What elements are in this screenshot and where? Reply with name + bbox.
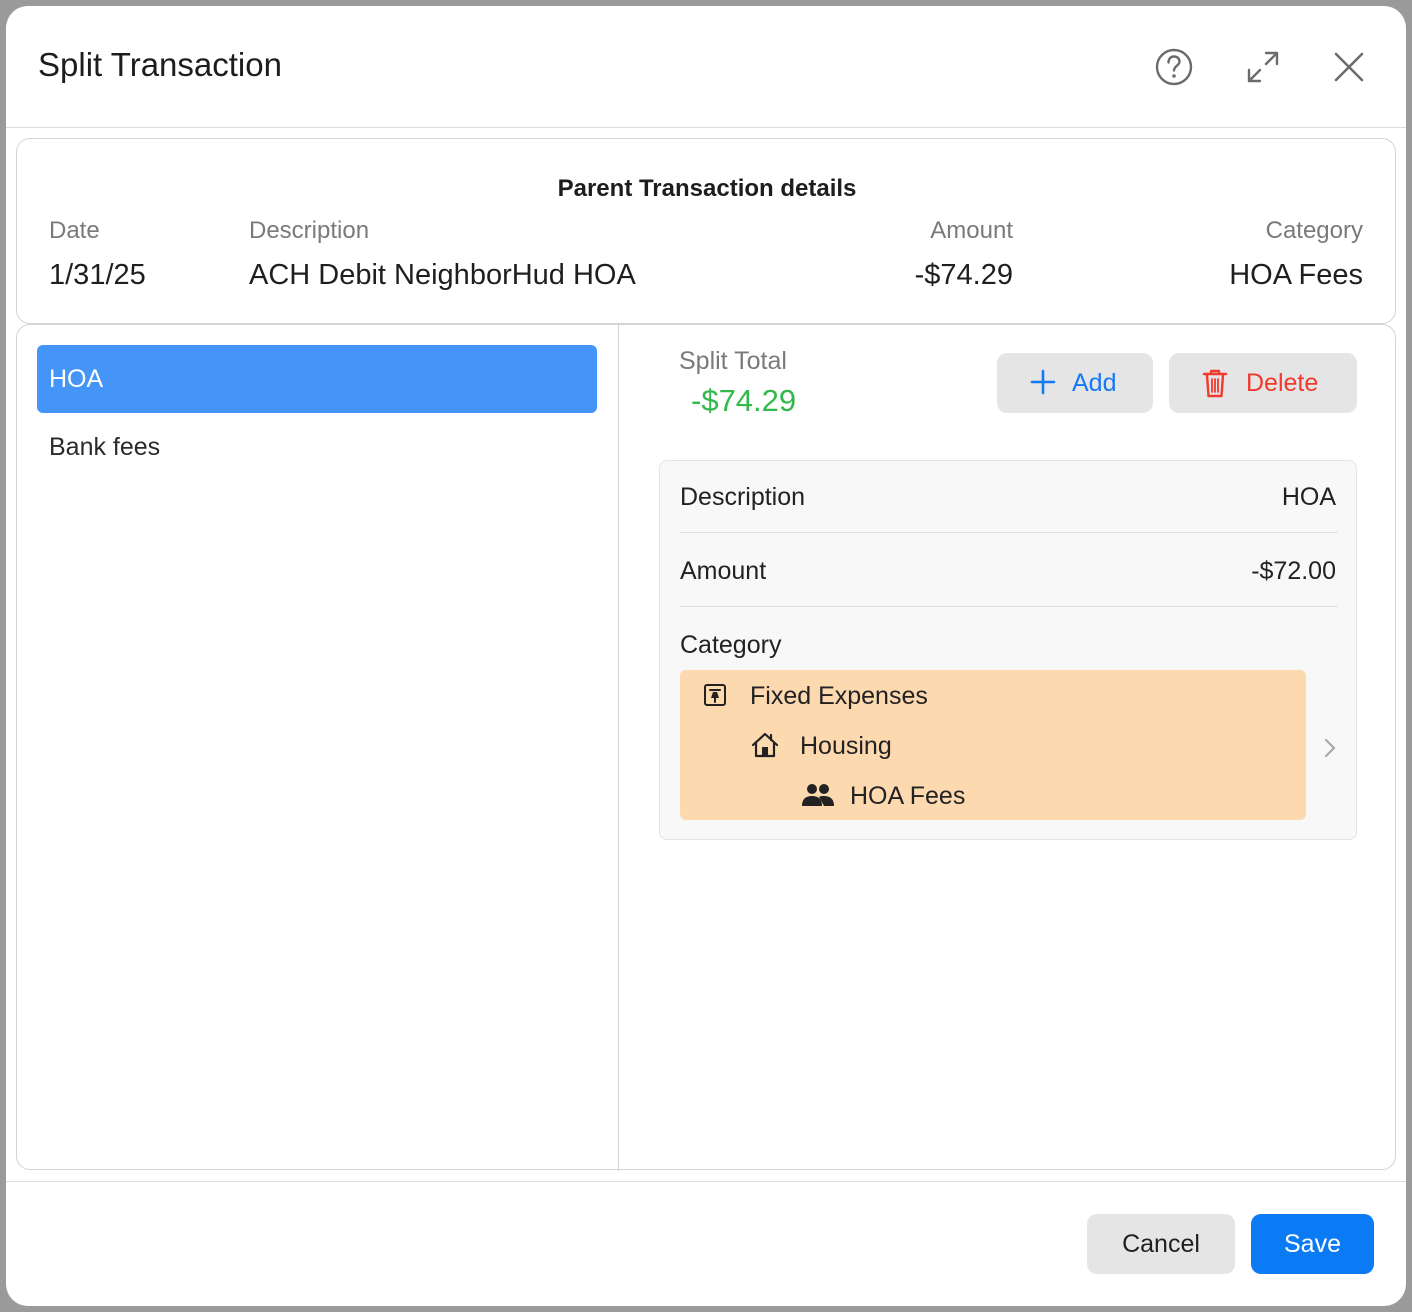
category-level-3-label: HOA Fees — [850, 782, 966, 810]
parent-date-label: Date — [49, 217, 100, 244]
add-button-label: Add — [1072, 369, 1117, 397]
parent-date-value: 1/31/25 — [49, 259, 146, 291]
cancel-button[interactable]: Cancel — [1087, 1214, 1235, 1274]
parent-amount-label: Amount — [930, 217, 1013, 244]
category-field-label: Category — [680, 631, 782, 659]
expand-icon[interactable] — [1240, 44, 1286, 90]
add-split-button[interactable]: Add — [997, 353, 1153, 413]
parent-description-label: Description — [249, 217, 370, 244]
trash-icon — [1201, 367, 1229, 406]
parent-description-value: ACH Debit NeighborHud HOA — [249, 259, 636, 291]
amount-field-label: Amount — [680, 557, 767, 585]
split-list-item[interactable]: Bank fees — [37, 413, 597, 481]
footer-divider — [6, 1181, 1406, 1182]
delete-split-button[interactable]: Delete — [1169, 353, 1357, 413]
field-divider — [680, 532, 1338, 533]
category-level-1-label: Fixed Expenses — [750, 682, 928, 710]
amount-field-value[interactable]: -$72.00 — [1251, 557, 1336, 586]
split-total-label: Split Total — [679, 347, 787, 375]
field-divider — [680, 606, 1338, 607]
dialog-titlebar: Split Transaction — [6, 6, 1406, 128]
pin-icon — [700, 680, 730, 710]
help-circle-icon[interactable] — [1151, 44, 1197, 90]
parent-category-label: Category — [1265, 217, 1363, 244]
split-list-item[interactable]: HOA — [37, 345, 597, 413]
parent-category-value: HOA Fees — [1229, 259, 1363, 291]
split-transaction-dialog: Split Transaction Parent Transaction det… — [6, 6, 1406, 1306]
people-icon — [800, 780, 836, 810]
category-picker[interactable]: Fixed Expenses Housing HOA Fees — [680, 670, 1306, 820]
save-button[interactable]: Save — [1251, 1214, 1374, 1274]
parent-transaction-panel: Parent Transaction details Date 1/31/25 … — [16, 138, 1396, 324]
dialog-title: Split Transaction — [38, 46, 282, 83]
split-total-value: -$74.29 — [691, 383, 797, 418]
plus-icon — [1029, 367, 1057, 404]
panel-divider — [618, 325, 619, 1171]
parent-transaction-heading: Parent Transaction details — [557, 175, 857, 202]
split-detail-form: Description HOA Amount -$72.00 Category — [659, 460, 1357, 840]
category-level-2-label: Housing — [800, 732, 892, 760]
delete-button-label: Delete — [1246, 369, 1319, 397]
description-field-value[interactable]: HOA — [1282, 483, 1336, 512]
split-editor: HOA Bank fees Split Total -$74.29 Add De… — [16, 324, 1396, 1171]
parent-amount-value: -$74.29 — [914, 259, 1013, 291]
chevron-right-icon[interactable] — [1320, 736, 1340, 760]
close-icon[interactable] — [1326, 44, 1372, 90]
description-field-label: Description — [680, 483, 806, 511]
house-icon — [750, 730, 780, 760]
